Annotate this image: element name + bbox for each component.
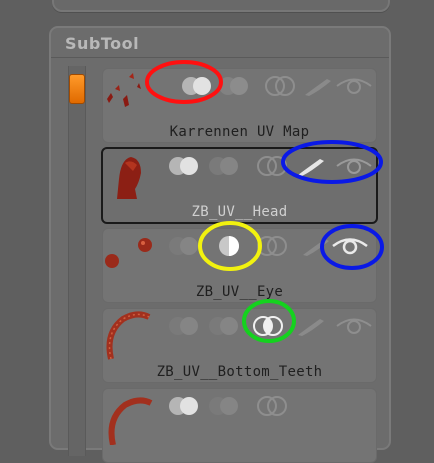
subtool-thumbnail bbox=[105, 238, 152, 268]
subtool-panel: SubTool Karrennen UV Map ZB_UV__Head ZB_… bbox=[49, 26, 391, 463]
display-toggle-icon[interactable] bbox=[215, 75, 253, 97]
subtool-slot-karrennen-uv-map[interactable]: Karrennen UV Map bbox=[102, 68, 377, 143]
solo-toggle-icon[interactable] bbox=[253, 395, 291, 417]
previous-panel-edge bbox=[52, 0, 390, 12]
subtool-thumbnail bbox=[107, 73, 141, 107]
subtool-name: ZB_UV__Eye bbox=[195, 284, 284, 300]
polypaint-brush-icon[interactable] bbox=[294, 155, 332, 177]
display-toggle-icon[interactable] bbox=[209, 235, 247, 257]
subtool-name: Karrennen UV Map bbox=[169, 124, 310, 140]
panel-title[interactable]: SubTool bbox=[65, 34, 139, 53]
scrollbar-track[interactable] bbox=[68, 66, 86, 456]
scrollbar-thumb[interactable] bbox=[69, 74, 85, 104]
subtool-slot-zb-uv-eye[interactable]: ZB_UV__Eye bbox=[102, 228, 377, 303]
subtool-slot-zb-uv-bottom-teeth[interactable]: ZB_UV__Bottom_Teeth bbox=[102, 308, 377, 383]
subtool-name: ZB_UV__Head bbox=[191, 204, 288, 220]
display-toggle-icon[interactable] bbox=[205, 395, 243, 417]
visibility-toggle-icon[interactable] bbox=[178, 75, 216, 97]
visibility-toggle-icon[interactable] bbox=[165, 395, 203, 417]
eye-icon[interactable] bbox=[335, 155, 373, 177]
display-toggle-icon[interactable] bbox=[205, 155, 243, 177]
subtool-thumbnail bbox=[106, 311, 151, 360]
title-divider bbox=[51, 57, 389, 58]
solo-toggle-icon[interactable] bbox=[253, 155, 291, 177]
solo-toggle-icon[interactable] bbox=[253, 235, 291, 257]
visibility-toggle-icon[interactable] bbox=[165, 315, 203, 337]
eye-icon[interactable] bbox=[335, 315, 373, 337]
eye-icon[interactable] bbox=[331, 235, 369, 257]
subtool-slot-zb-uv-head[interactable]: ZB_UV__Head bbox=[101, 147, 378, 224]
subtool-thumbnail bbox=[108, 397, 153, 445]
eye-icon[interactable] bbox=[335, 75, 373, 97]
display-toggle-icon[interactable] bbox=[205, 315, 243, 337]
solo-toggle-icon[interactable] bbox=[249, 315, 287, 337]
visibility-toggle-icon[interactable] bbox=[165, 235, 203, 257]
polypaint-brush-icon[interactable] bbox=[301, 75, 339, 97]
subtool-name: ZB_UV__Bottom_Teeth bbox=[156, 364, 323, 380]
solo-toggle-icon[interactable] bbox=[261, 75, 299, 97]
visibility-toggle-icon[interactable] bbox=[165, 155, 203, 177]
subtool-thumbnail bbox=[117, 157, 141, 199]
polypaint-brush-icon[interactable] bbox=[294, 315, 332, 337]
